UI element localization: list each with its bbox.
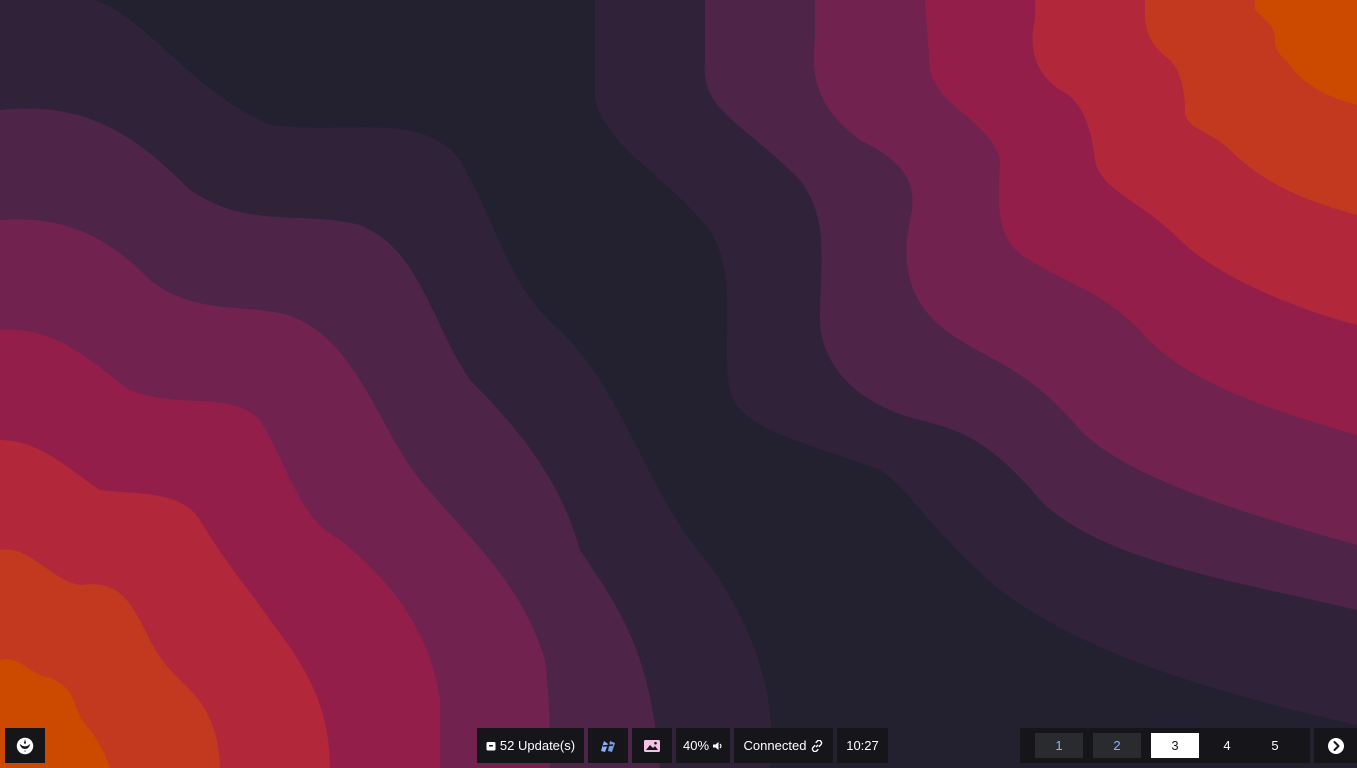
workspace-4[interactable]: 4 [1203,733,1251,758]
network-label: Connected [743,738,807,753]
workspace-label: 4 [1223,738,1231,753]
screenshot-button[interactable] [588,728,628,763]
link-icon [811,739,823,752]
next-workspace-button[interactable] [1314,728,1357,763]
image-icon [644,739,660,752]
network-indicator[interactable]: Connected [734,728,833,763]
app-launcher-button[interactable] [5,728,45,763]
screenshot-tool-icon [600,739,616,753]
updates-label: 52 Update(s) [499,738,576,753]
package-icon [486,741,496,751]
desktop-wallpaper [0,0,1357,768]
volume-label: 40% [682,738,710,753]
workspace-5[interactable]: 5 [1251,733,1299,758]
workspace-3[interactable]: 3 [1151,733,1199,758]
workspace-2[interactable]: 2 [1093,733,1141,758]
clock-time: 10:27 [846,738,879,753]
rebel-alliance-icon [16,737,34,755]
chevron-right-circle-icon [1327,737,1344,754]
workspace-label: 1 [1055,738,1063,753]
workspace-switcher: 1 2 3 4 5 [1020,728,1310,763]
workspace-label: 5 [1271,738,1279,753]
clock[interactable]: 10:27 [837,728,888,763]
workspace-1[interactable]: 1 [1035,733,1083,758]
volume-indicator[interactable]: 40% [676,728,730,763]
updates-indicator[interactable]: 52 Update(s) [477,728,584,763]
speaker-icon [713,741,723,751]
wallpaper-button[interactable] [632,728,672,763]
workspace-label: 2 [1113,738,1121,753]
workspace-label: 3 [1171,738,1179,753]
